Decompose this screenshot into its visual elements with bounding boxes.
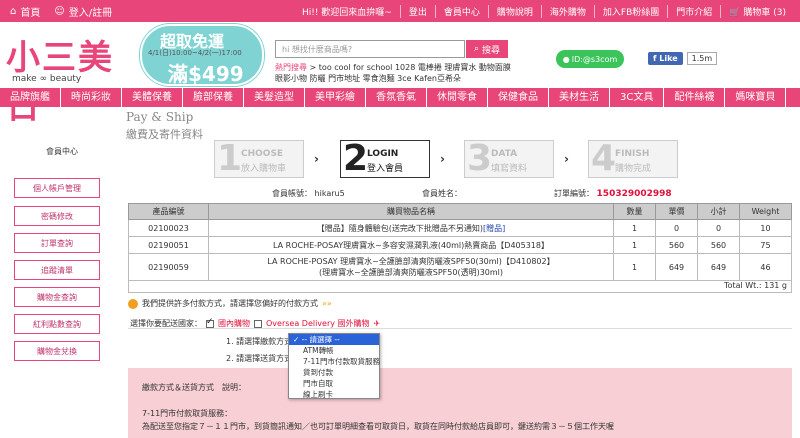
sidebar-item-orders[interactable]: 訂單查詢 bbox=[14, 233, 100, 253]
nav-item[interactable]: 3C文具 bbox=[610, 88, 665, 107]
step-choose: 1 CHOOSE 放入購物車 bbox=[214, 139, 304, 179]
search-icon: ⌕ bbox=[473, 44, 480, 54]
fb-fans-link[interactable]: 加入FB粉絲團 bbox=[593, 4, 667, 18]
table-row: 02190051 LA ROCHE-POSAY理膚寶水~多容安濕潤乳液(40ml… bbox=[128, 236, 792, 254]
line-id-button[interactable]: ● ID:@s3com bbox=[556, 50, 624, 68]
col-header: 產品編號 bbox=[128, 203, 209, 220]
home-icon: ⌂ bbox=[10, 6, 17, 17]
free-shipping-promo[interactable]: 超取免運 4/1(日)10:00~4/2(一)17:00 滿$499 bbox=[140, 24, 264, 86]
nav-item[interactable]: 媽咪寶貝 bbox=[725, 88, 787, 107]
payment-method-label: 1. 請選擇繳款方式 bbox=[226, 337, 293, 346]
nav-item[interactable]: 時尚彩妝 bbox=[61, 88, 122, 107]
top-bar: ⌂ 首頁 ☺ 登入/註冊 Hi!! 歡迎回來血拚囉~ 登出 會員中心 購物說明 海外… bbox=[0, 0, 800, 22]
airplane-icon: ✈ bbox=[373, 319, 381, 328]
nav-item[interactable]: 保健食品 bbox=[488, 88, 549, 107]
nav-item[interactable]: 休閒零食 bbox=[427, 88, 488, 107]
chevron-right-icon: › bbox=[564, 152, 569, 166]
table-row: 02190059 LA ROCHE-POSAY 理膚寶水~全護臉部清爽防曬液SP… bbox=[128, 253, 792, 281]
fb-like-button[interactable]: f Like bbox=[648, 52, 683, 65]
col-header: Weight bbox=[739, 203, 792, 220]
dropdown-option[interactable]: ✓ -- 請選擇 -- bbox=[289, 334, 379, 345]
fb-like-widget: f Like 1.5m bbox=[648, 52, 718, 65]
arrows-icon: »» bbox=[322, 299, 332, 308]
facebook-icon: f bbox=[653, 54, 657, 63]
nav-item[interactable]: 美甲彩繪 bbox=[305, 88, 366, 107]
shopping-guide-link[interactable]: 購物說明 bbox=[487, 4, 541, 18]
cart-icon: 🛒 bbox=[729, 7, 741, 18]
sidebar-item-points[interactable]: 紅利點數查詢 bbox=[14, 314, 100, 334]
table-row: 02100023 【贈品】隨身體驗包(送完改下批贈品不另通知)[贈品] 1 0 … bbox=[128, 219, 792, 237]
nav-item[interactable]: 香氛香氣 bbox=[366, 88, 427, 107]
chevron-right-icon: › bbox=[314, 152, 319, 166]
user-icon: ☺ bbox=[54, 6, 65, 17]
order-number: 訂單編號： 150329002998 bbox=[554, 189, 672, 199]
home-link[interactable]: ⌂ 首頁 bbox=[10, 4, 40, 19]
col-header: 數量 bbox=[613, 203, 656, 220]
nav-item[interactable]: 臉部保養 bbox=[183, 88, 244, 107]
play-icon bbox=[128, 298, 138, 309]
member-account: 會員帳號： hikaru5 bbox=[272, 189, 345, 198]
search-button[interactable]: ⌕ 搜尋 bbox=[466, 40, 508, 58]
sidebar-item-account[interactable]: 個人帳戶管理 bbox=[14, 178, 100, 198]
nav-item[interactable]: 美材生活 bbox=[549, 88, 610, 107]
step-login: 2 LOGIN 登入會員 bbox=[340, 139, 430, 179]
step-data: 3 DATA 填寫資料 bbox=[464, 139, 554, 179]
chevron-right-icon: › bbox=[440, 152, 445, 166]
nav-item[interactable]: 配件絲襪 bbox=[664, 88, 726, 107]
nav-item[interactable]: 美體保養 bbox=[122, 88, 183, 107]
hot-searches: 熱門搜尋 > too cool for school 1028 電棒捲 理膚寶水… bbox=[275, 63, 511, 83]
delivery-method-label: 2. 請選擇送貨方式 bbox=[226, 354, 293, 363]
overseas-shopping-link[interactable]: 海外購物 bbox=[540, 4, 594, 18]
nav-item[interactable]: 美髮造型 bbox=[244, 88, 305, 107]
col-header: 小計 bbox=[697, 203, 740, 220]
payment-info-box: 繳款方式＆送貨方式 說明： 7-11門市付款取貨服務： 為配送至您指定７－１１門… bbox=[128, 368, 792, 438]
nav-item[interactable]: 品牌旗艦 bbox=[0, 88, 61, 107]
dropdown-option[interactable]: 門市自取 bbox=[289, 378, 379, 389]
overseas-checkbox[interactable] bbox=[254, 319, 262, 328]
category-nav: 品牌旗艦 時尚彩妝 美體保養 臉部保養 美髮造型 美甲彩繪 香氛香氣 休閒零食 … bbox=[0, 88, 800, 107]
member-name: 會員姓名： bbox=[422, 189, 462, 198]
sidebar-item-password[interactable]: 密碼修改 bbox=[14, 206, 100, 226]
col-header: 單價 bbox=[655, 203, 698, 220]
dropdown-option[interactable]: 7-11門市付款取貨服務 bbox=[289, 356, 380, 367]
member-center-link[interactable]: 會員中心 bbox=[434, 4, 488, 18]
payment-method-dropdown[interactable]: ✓ -- 請選擇 -- ATM轉帳 7-11門市付款取貨服務 貨到付款 門市自取… bbox=[288, 333, 380, 399]
cart-link[interactable]: 🛒 購物車 (3) bbox=[720, 4, 794, 18]
welcome-text: Hi!! 歡迎回來血拚囉~ bbox=[301, 7, 392, 18]
page-title: Pay & Ship bbox=[126, 110, 194, 124]
site-logo[interactable]: 小三美日 make ∞ beauty bbox=[6, 30, 116, 127]
logout-link[interactable]: 登出 bbox=[399, 4, 435, 18]
sidebar-item-tracking[interactable]: 追蹤清單 bbox=[14, 260, 100, 280]
line-icon: ● bbox=[562, 54, 570, 64]
login-link[interactable]: ☺ 登入/註冊 bbox=[54, 4, 112, 19]
store-info-link[interactable]: 門市介紹 bbox=[667, 4, 720, 18]
page-subtitle: 繳費及寄件資料 bbox=[126, 128, 203, 141]
sidebar-title: 會員中心 bbox=[46, 147, 78, 156]
order-table: 產品編號 購買物品名稱 數量 單價 小計 Weight 02100023 【贈品… bbox=[128, 203, 792, 281]
sidebar-item-credit[interactable]: 購物金查詢 bbox=[14, 287, 100, 307]
total-weight: Total Wt.: 131 g bbox=[128, 279, 792, 293]
checkout-steps: 1 CHOOSE 放入購物車 › 2 LOGIN 登入會員 › 3 DATA 填… bbox=[214, 139, 694, 180]
dropdown-option[interactable]: 線上刷卡 bbox=[289, 389, 379, 400]
domestic-checkbox[interactable] bbox=[206, 317, 214, 328]
col-header: 購買物品名稱 bbox=[208, 203, 614, 220]
dropdown-option[interactable]: ATM轉帳 bbox=[289, 345, 379, 356]
search-input[interactable]: hi 想找什麼商品嗎? bbox=[275, 40, 465, 58]
dropdown-option[interactable]: 貨到付款 bbox=[289, 367, 379, 378]
sidebar-item-credit-exchange[interactable]: 購物金兌換 bbox=[14, 341, 100, 361]
payment-prompt: 我們提供許多付款方式，請選擇您偏好的付款方式 »» bbox=[128, 298, 332, 309]
step-finish: 4 FINISH 購物完成 bbox=[588, 139, 678, 179]
fb-like-count: 1.5m bbox=[686, 52, 718, 65]
